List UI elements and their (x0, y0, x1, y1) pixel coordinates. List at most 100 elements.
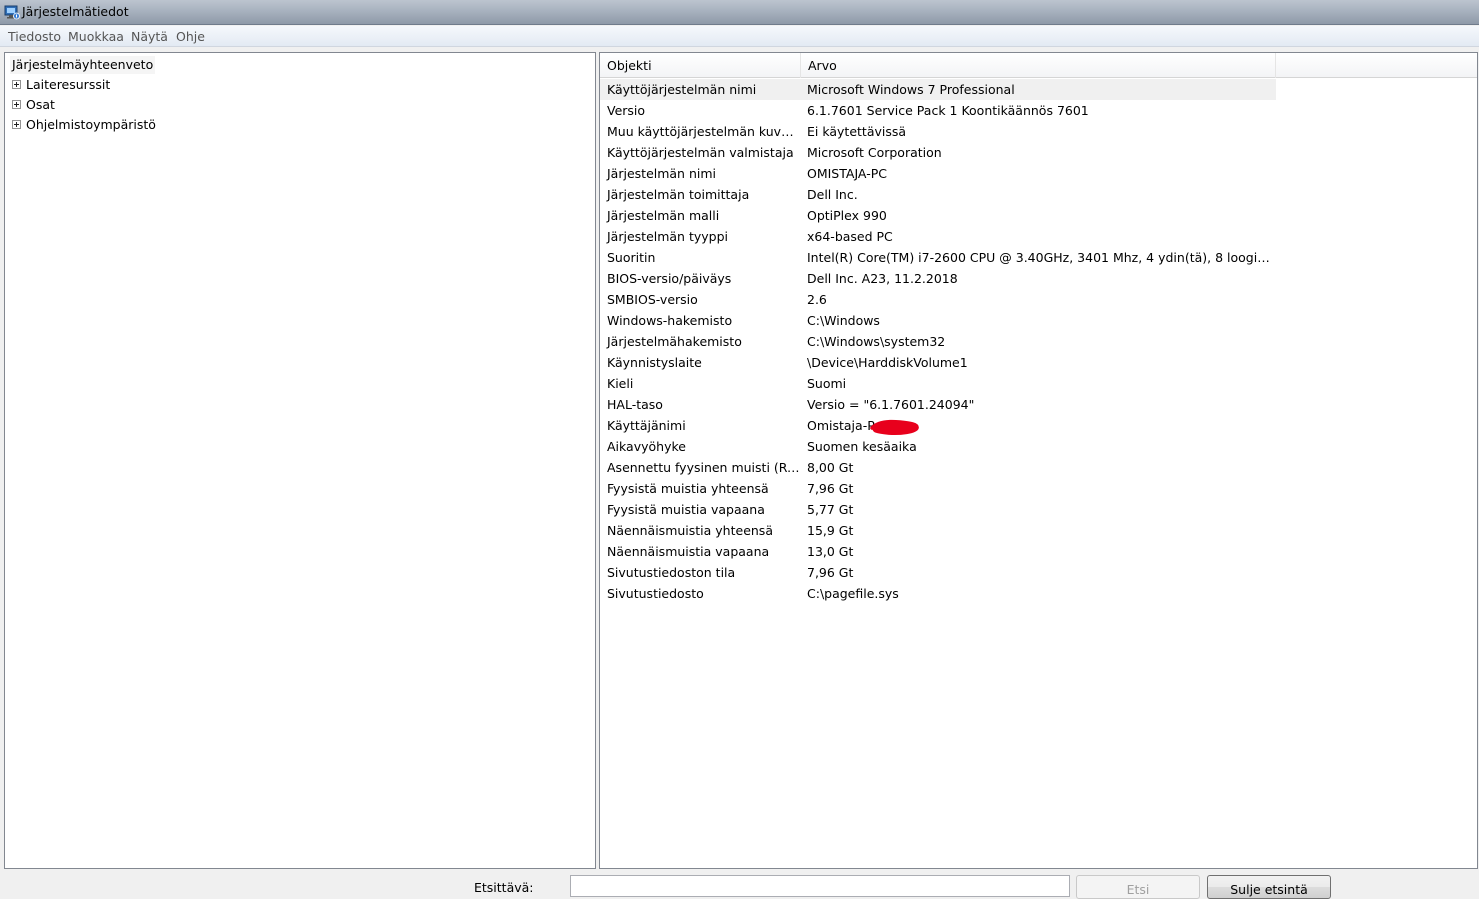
cell-value: Suomen kesäaika (807, 439, 917, 454)
details-list[interactable]: Objekti Arvo Käyttöjärjestelmän nimi Micr… (599, 52, 1478, 869)
cell-value: 2.6 (807, 292, 827, 307)
close-search-button[interactable]: Sulje etsintä (1207, 875, 1331, 899)
table-row[interactable]: Windows-hakemisto C:\Windows (600, 310, 1477, 331)
cell-object: SMBIOS-versio (607, 292, 698, 307)
cell-object: Windows-hakemisto (607, 313, 733, 328)
cell-object: Käyttöjärjestelmän valmistaja (607, 145, 794, 160)
tree-item-hardware-resources[interactable]: Laiteresurssit (12, 75, 110, 93)
plus-expander-icon[interactable] (12, 99, 21, 109)
table-row[interactable]: BIOS-versio/päiväys Dell Inc. A23, 11.2.2… (600, 268, 1477, 289)
cell-object: Suoritin (607, 250, 656, 265)
table-row[interactable]: Asennettu fyysinen muisti (RAM) 8,00 Gt (600, 457, 1477, 478)
cell-object: Järjestelmän malli (607, 208, 720, 223)
window-title: Järjestelmätiedot (22, 4, 129, 19)
cell-value: Suomi (807, 376, 847, 391)
table-row[interactable]: Sivutustiedosto C:\pagefile.sys (600, 583, 1477, 604)
cell-value: Dell Inc. (807, 187, 858, 202)
cell-value: Ei käytettävissä (807, 124, 907, 139)
table-row[interactable]: Fyysistä muistia vapaana 5,77 Gt (600, 499, 1477, 520)
search-label: Etsittävä: (474, 880, 534, 895)
cell-value: 7,96 Gt (807, 565, 854, 580)
cell-object: Järjestelmän nimi (607, 166, 717, 181)
cell-object: Muu käyttöjärjestelmän kuvaus (607, 124, 801, 139)
cell-object: Järjestelmähakemisto (607, 334, 742, 349)
column-header-object[interactable]: Objekti (600, 53, 801, 78)
cell-value: 8,00 Gt (807, 460, 854, 475)
title-bar[interactable]: Järjestelmätiedot (0, 0, 1479, 25)
cell-object: Fyysistä muistia yhteensä (607, 481, 769, 496)
table-row[interactable]: Versio 6.1.7601 Service Pack 1 Koontikään… (600, 100, 1477, 121)
system-information-window: Järjestelmätiedot Tiedosto Muokkaa Näytä… (0, 0, 1479, 899)
cell-object: Fyysistä muistia vapaana (607, 502, 765, 517)
table-row[interactable]: Järjestelmän malli OptiPlex 990 (600, 205, 1477, 226)
cell-object: Käyttöjärjestelmän nimi (600, 79, 801, 100)
cell-value: 15,9 Gt (807, 523, 854, 538)
tree-item-system-summary[interactable]: Järjestelmäyhteenveto (10, 56, 156, 74)
cell-value: Versio = "6.1.7601.24094" (807, 397, 975, 412)
cell-object: Järjestelmän toimittaja (607, 187, 750, 202)
cell-value: Dell Inc. A23, 11.2.2018 (807, 271, 958, 286)
tree-item-label: Järjestelmäyhteenveto (12, 57, 154, 72)
plus-expander-icon[interactable] (12, 119, 21, 129)
cell-value: 13,0 Gt (807, 544, 854, 559)
system-information-icon (4, 5, 20, 20)
cell-value: Omistaja-P (807, 418, 875, 433)
table-row[interactable]: Kieli Suomi (600, 373, 1477, 394)
table-row[interactable]: Järjestelmän tyyppi x64-based PC (600, 226, 1477, 247)
cell-object: Käyttäjänimi (607, 418, 686, 433)
menu-bar: Tiedosto Muokkaa Näytä Ohje (0, 26, 1479, 47)
category-tree[interactable]: Järjestelmäyhteenveto Laiteresurssit Osa… (4, 52, 596, 869)
table-row[interactable]: Näennäismuistia yhteensä 15,9 Gt (600, 520, 1477, 541)
cell-value: Microsoft Windows 7 Professional (801, 79, 1276, 100)
cell-value: OptiPlex 990 (807, 208, 887, 223)
table-row[interactable]: HAL-taso Versio = "6.1.7601.24094" (600, 394, 1477, 415)
table-row[interactable]: Suoritin Intel(R) Core(TM) i7-2600 CPU @ … (600, 247, 1477, 268)
search-button[interactable]: Etsi (1076, 875, 1200, 899)
tree-item-software-environment[interactable]: Ohjelmistoympäristö (12, 115, 156, 133)
cell-value: C:\Windows\system32 (807, 334, 946, 349)
tree-item-components[interactable]: Osat (12, 95, 55, 113)
table-row[interactable]: Käyttöjärjestelmän valmistaja Microsoft C… (600, 142, 1477, 163)
table-row[interactable]: Käyttöjärjestelmän nimi Microsoft Windows… (600, 79, 1477, 100)
cell-value: C:\Windows (807, 313, 880, 328)
cell-object: Sivutustiedoston tila (607, 565, 736, 580)
cell-object: Käynnistyslaite (607, 355, 702, 370)
menu-view[interactable]: Näytä (131, 29, 168, 44)
table-row[interactable]: Näennäismuistia vapaana 13,0 Gt (600, 541, 1477, 562)
menu-file[interactable]: Tiedosto (8, 29, 61, 44)
cell-object: Aikavyöhyke (607, 439, 686, 454)
menu-help[interactable]: Ohje (176, 29, 205, 44)
table-row[interactable]: SMBIOS-versio 2.6 (600, 289, 1477, 310)
cell-object: Sivutustiedosto (607, 586, 704, 601)
table-row[interactable]: Aikavyöhyke Suomen kesäaika (600, 436, 1477, 457)
table-row[interactable]: Käynnistyslaite \Device\HarddiskVolume1 (600, 352, 1477, 373)
search-bar: Etsittävä: Etsi Sulje etsintä (0, 870, 1479, 899)
table-row[interactable]: Muu käyttöjärjestelmän kuvaus Ei käytettä… (600, 121, 1477, 142)
cell-value: 7,96 Gt (807, 481, 854, 496)
menu-edit[interactable]: Muokkaa (68, 29, 124, 44)
table-row[interactable]: Käyttäjänimi Omistaja-P (600, 415, 1477, 436)
cell-object: Näennäismuistia yhteensä (607, 523, 773, 538)
table-row[interactable]: Järjestelmän toimittaja Dell Inc. (600, 184, 1477, 205)
table-row[interactable]: Fyysistä muistia yhteensä 7,96 Gt (600, 478, 1477, 499)
list-header: Objekti Arvo (600, 53, 1477, 78)
cell-value: 6.1.7601 Service Pack 1 Koontikäännös 76… (807, 103, 1089, 118)
tree-item-label: Osat (26, 96, 55, 112)
table-row[interactable]: Järjestelmähakemisto C:\Windows\system32 (600, 331, 1477, 352)
column-header-value[interactable]: Arvo (801, 53, 1276, 78)
plus-expander-icon[interactable] (12, 79, 21, 89)
cell-value: C:\pagefile.sys (807, 586, 899, 601)
tree-item-label: Ohjelmistoympäristö (26, 116, 156, 132)
cell-object: BIOS-versio/päiväys (607, 271, 732, 286)
cell-value: OMISTAJA-PC (807, 166, 887, 181)
cell-object: Näennäismuistia vapaana (607, 544, 770, 559)
cell-value: Microsoft Corporation (807, 145, 942, 160)
table-row[interactable]: Sivutustiedoston tila 7,96 Gt (600, 562, 1477, 583)
cell-object: Järjestelmän tyyppi (607, 229, 728, 244)
cell-value: x64-based PC (807, 229, 893, 244)
cell-object: HAL-taso (607, 397, 663, 412)
table-row[interactable]: Järjestelmän nimi OMISTAJA-PC (600, 163, 1477, 184)
cell-value: \Device\HarddiskVolume1 (807, 355, 968, 370)
cell-object: Asennettu fyysinen muisti (RAM) (607, 460, 801, 475)
cell-value: Intel(R) Core(TM) i7-2600 CPU @ 3.40GHz,… (807, 250, 1276, 265)
